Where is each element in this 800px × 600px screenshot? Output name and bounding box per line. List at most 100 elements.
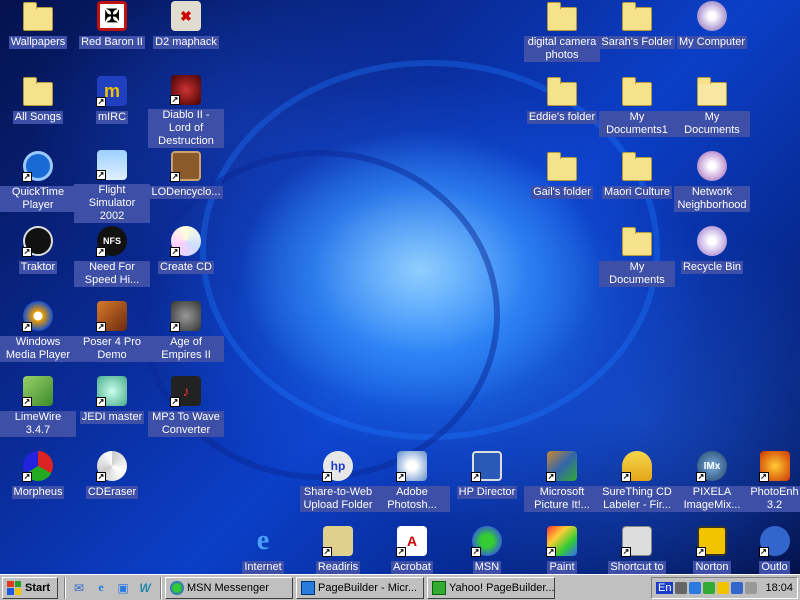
desktop-icon-morpheus[interactable]: ↗ Morpheus <box>0 450 76 522</box>
task-pagebuilder[interactable]: PageBuilder - Micr... <box>296 576 424 599</box>
icon-label: My Documents1 <box>599 111 675 137</box>
antivirus-icon[interactable] <box>717 581 730 594</box>
messenger-tray-icon[interactable] <box>731 581 744 594</box>
desktop-icon-share-to-web[interactable]: hp ↗ Share-to-Web Upload Folder <box>300 450 376 522</box>
desktop-icon-limewire[interactable]: ↗ LimeWire 3.4.7 <box>0 375 76 447</box>
language-indicator[interactable]: En <box>656 581 674 594</box>
start-button[interactable]: Start <box>2 576 58 599</box>
desktop-icon-surething[interactable]: ↗ SureThing CD Labeler - Fir... <box>599 450 675 522</box>
desktop-icon-quicktime[interactable]: ↗ QuickTime Player <box>0 150 76 222</box>
icon-label: Readiris <box>315 561 361 574</box>
desktop-icon-gails-folder[interactable]: Gail's folder <box>524 150 600 222</box>
desktop-icon-sarahs-folder[interactable]: Sarah's Folder <box>599 0 675 72</box>
desktop-icon-shortcut-to[interactable]: ↗ Shortcut to <box>599 525 675 574</box>
icon-label: My Documents <box>599 261 675 287</box>
icon-label: Age of Empires II <box>148 336 224 362</box>
icon-label: All Songs <box>12 111 64 124</box>
desktop-icon-diablo[interactable]: ↗ Diablo II - Lord of Destruction <box>148 75 224 148</box>
volume-icon[interactable] <box>675 581 688 594</box>
desktop-icon-pixela[interactable]: IMx ↗ PIXELA ImageMix... <box>674 450 750 522</box>
icon-label: Poser 4 Pro Demo <box>74 336 150 362</box>
map-icon: ✖ <box>170 0 202 32</box>
surething-icon: ↗ <box>621 450 653 482</box>
jedi-icon: ↗ <box>96 375 128 407</box>
desktop-icon-paint[interactable]: ↗ Paint <box>524 525 600 574</box>
desktop-icon-create-cd[interactable]: ↗ Create CD <box>148 225 224 297</box>
desktop-icon-my-documents1[interactable]: My Documents1 <box>599 75 675 147</box>
paint-icon: ↗ <box>546 525 578 557</box>
frontpage-icon[interactable]: W <box>135 578 155 598</box>
media-player-icon: ↗ <box>22 300 54 332</box>
desktop-icon-jedi[interactable]: ↗ JEDI master <box>74 375 150 447</box>
desktop-icon-hp-director[interactable]: ↗ HP Director <box>449 450 525 522</box>
desktop-icon-internet[interactable]: e Internet <box>225 525 301 574</box>
desktop-icon-poser[interactable]: ↗ Poser 4 Pro Demo <box>74 300 150 372</box>
desktop-icon-nfs[interactable]: NFS ↗ Need For Speed Hi... <box>74 225 150 297</box>
icon-label: Create CD <box>158 261 214 274</box>
task-msn-messenger[interactable]: MSN Messenger <box>165 576 293 599</box>
desktop-icon-outlook[interactable]: ↗ Outlo <box>749 525 800 574</box>
recycle-bin-icon <box>696 225 728 257</box>
flight-simulator-icon: ↗ <box>96 150 128 180</box>
desktop-icon-media-player[interactable]: ↗ Windows Media Player <box>0 300 76 372</box>
poser-icon: ↗ <box>96 300 128 332</box>
desktop-icon-mp3-wave[interactable]: ♪ ↗ MP3 To Wave Converter <box>148 375 224 447</box>
icon-label: mIRC <box>95 111 129 124</box>
outlook-express-icon[interactable]: ✉ <box>69 578 89 598</box>
desktop-icon-all-songs[interactable]: All Songs <box>0 75 76 147</box>
desktop-icon-network-neighborhood[interactable]: Network Neighborhood <box>674 150 750 222</box>
desktop-icon-my-computer[interactable]: My Computer <box>674 0 750 72</box>
icon-label: Flight Simulator 2002 <box>74 184 150 223</box>
desktop-icon-cderaser[interactable]: ↗ CDEraser <box>74 450 150 522</box>
desktop-icon-digital-camera-photos[interactable]: digital camera photos <box>524 0 600 72</box>
icon-label: Diablo II - Lord of Destruction <box>148 109 224 148</box>
clock[interactable]: 18:04 <box>765 582 793 594</box>
shortcut-icon: ↗ <box>621 525 653 557</box>
icon-label: Network Neighborhood <box>674 186 750 212</box>
acrobat-icon: A ↗ <box>396 525 428 557</box>
icon-label: MP3 To Wave Converter <box>148 411 224 437</box>
desktop-icon-acrobat[interactable]: A ↗ Acrobat <box>374 525 450 574</box>
icon-label: Shortcut to <box>608 561 666 574</box>
desktop-icon-norton[interactable]: ↗ Norton <box>674 525 750 574</box>
printer-icon[interactable] <box>745 581 758 594</box>
task-label: MSN Messenger <box>187 581 269 594</box>
desktop-icon-mirc[interactable]: m ↗ mIRC <box>74 75 150 147</box>
icon-label: Microsoft Picture It!... <box>524 486 600 512</box>
desktop-icon-picture-it[interactable]: ↗ Microsoft Picture It!... <box>524 450 600 522</box>
network-tray-icon[interactable] <box>689 581 702 594</box>
task-yahoo-pagebuilder[interactable]: Yahoo! PageBuilder... <box>427 576 555 599</box>
icon-label: Recycle Bin <box>680 261 744 274</box>
ie-icon[interactable]: e <box>91 578 111 598</box>
desktop-icon-recycle-bin[interactable]: Recycle Bin <box>674 225 750 297</box>
mp3-wave-icon: ♪ ↗ <box>170 375 202 407</box>
hp-share-icon: hp ↗ <box>322 450 354 482</box>
desktop-icon-traktor[interactable]: ↗ Traktor <box>0 225 76 297</box>
desktop-icon-age-of-empires[interactable]: ↗ Age of Empires II <box>148 300 224 372</box>
desktop-icon-my-documents[interactable]: My Documents <box>674 75 750 147</box>
icon-label: Norton <box>693 561 731 574</box>
photoenh-icon: ↗ <box>758 450 791 482</box>
readiris-icon: ↗ <box>322 525 354 557</box>
quicktime-icon: ↗ <box>22 150 54 182</box>
desktop-icon-msn[interactable]: ↗ MSN <box>449 525 525 574</box>
desktop-icon-maori-culture[interactable]: Maori Culture <box>599 150 675 222</box>
desktop[interactable]: Wallpapers All Songs ↗ QuickTime Player … <box>0 0 800 574</box>
desktop-icon[interactable]: ▣ <box>113 578 133 598</box>
display-icon[interactable] <box>703 581 716 594</box>
desktop-icon-my-documents-folder[interactable]: My Documents <box>599 225 675 297</box>
desktop-icon-eddies-folder[interactable]: Eddie's folder <box>524 75 600 147</box>
desktop-icon-readiris[interactable]: ↗ Readiris <box>300 525 376 574</box>
desktop-icon-lodencyclo[interactable]: ↗ LODencyclo... <box>148 150 224 222</box>
desktop-icon-photoshop[interactable]: ↗ Adobe Photosh... <box>374 450 450 522</box>
icon-label: Gail's folder <box>531 186 593 199</box>
desktop-icon-flight-simulator[interactable]: ↗ Flight Simulator 2002 <box>74 150 150 223</box>
task-label: Yahoo! PageBuilder... <box>449 581 555 594</box>
desktop-icon-wallpapers[interactable]: Wallpapers <box>0 0 76 72</box>
desktop-icon-d2-maphack[interactable]: ✖ D2 maphack <box>148 0 224 72</box>
age-of-empires-icon: ↗ <box>170 300 202 332</box>
desktop-icon-photoenh[interactable]: ↗ PhotoEnh 3.2 <box>749 450 800 522</box>
folder-icon <box>621 225 653 257</box>
desktop-icon-red-baron[interactable]: ✠ Red Baron II <box>74 0 150 72</box>
icon-label: SureThing CD Labeler - Fir... <box>599 486 675 512</box>
